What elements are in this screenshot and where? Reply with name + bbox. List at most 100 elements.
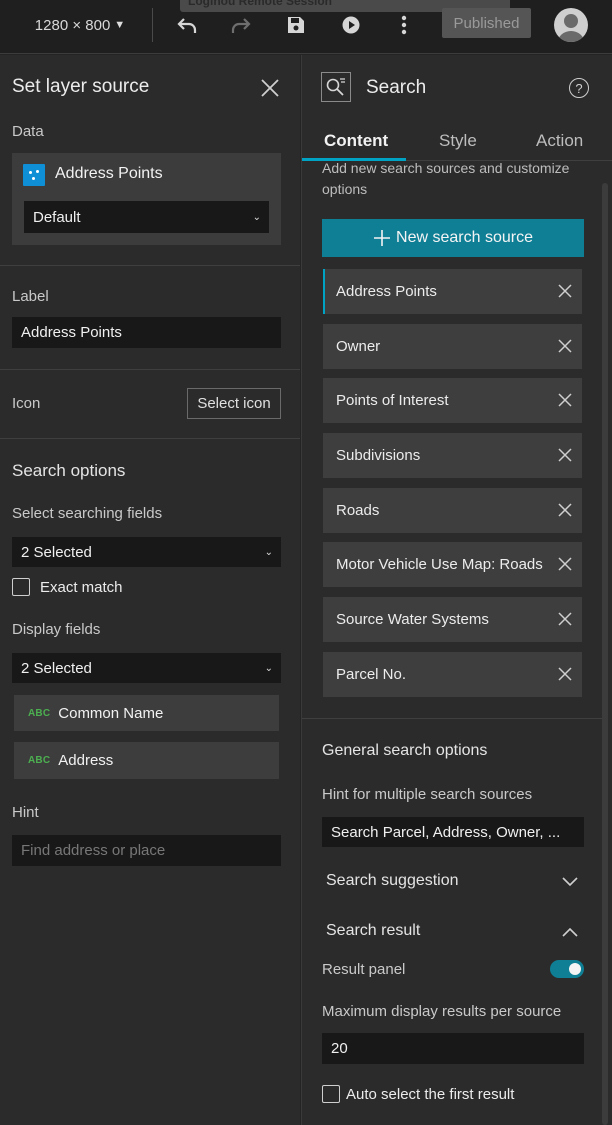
data-section-label: Data	[12, 123, 44, 140]
result-panel-label: Result panel	[322, 961, 406, 978]
search-widget-icon	[321, 72, 351, 102]
hint-label: Hint	[12, 804, 39, 821]
user-icon	[558, 14, 584, 42]
point-layer-icon	[23, 164, 45, 186]
search-source-item[interactable]: Subdivisions	[323, 433, 582, 478]
remove-icon[interactable]	[556, 337, 574, 355]
search-source-item[interactable]: Source Water Systems	[323, 597, 582, 642]
auto-select-label: Auto select the first result	[346, 1086, 515, 1103]
toolbar-divider	[152, 8, 153, 42]
search-source-item[interactable]: Parcel No.	[323, 652, 582, 697]
view-select[interactable]: Default ⌄	[24, 201, 269, 233]
display-fields-select[interactable]: 2 Selected ⌄	[12, 653, 281, 683]
publish-button[interactable]: Published	[442, 8, 531, 38]
search-source-name: Roads	[336, 502, 380, 519]
undo-icon	[177, 18, 197, 33]
remove-icon[interactable]	[556, 282, 574, 300]
section-divider	[0, 265, 300, 266]
screen-size-label: 1280 × 800	[34, 16, 111, 34]
chevron-up-icon	[562, 927, 578, 937]
display-field-item[interactable]: ABC Common Name	[14, 695, 279, 731]
select-icon-button[interactable]: Select icon	[187, 388, 281, 419]
max-results-label: Maximum display results per source	[322, 1003, 562, 1020]
general-options-heading: General search options	[322, 742, 488, 759]
close-icon	[261, 79, 279, 97]
string-field-icon: ABC	[28, 755, 51, 766]
search-source-name: Owner	[336, 338, 381, 355]
remove-icon[interactable]	[556, 391, 574, 409]
layer-source-panel: Set layer source Data Address Points Def…	[0, 55, 300, 1125]
label-input[interactable]: Address Points	[12, 317, 281, 348]
search-result-toggle[interactable]: Search result	[326, 922, 584, 944]
result-panel-switch[interactable]	[550, 960, 584, 978]
panel-scrollbar[interactable]	[602, 183, 608, 1125]
search-source-name: Address Points	[336, 283, 437, 300]
display-field-name: Address	[58, 752, 114, 769]
searching-fields-label: Select searching fields	[12, 505, 163, 522]
tab-style[interactable]: Style	[439, 131, 477, 151]
display-fields-label: Display fields	[12, 621, 101, 638]
section-divider	[0, 369, 300, 370]
new-search-source-button[interactable]: New search source	[322, 219, 584, 257]
help-icon[interactable]: ?	[569, 78, 589, 98]
save-icon	[288, 17, 304, 33]
remove-icon[interactable]	[556, 501, 574, 519]
search-source-item[interactable]: Owner	[323, 324, 582, 369]
display-field-item[interactable]: ABC Address	[14, 742, 279, 779]
tab-action[interactable]: Action	[536, 131, 583, 151]
hint-multi-input[interactable]: Search Parcel, Address, Owner, ...	[322, 817, 584, 847]
widget-title: Search	[366, 77, 427, 98]
tab-content[interactable]: Content	[324, 131, 388, 151]
redo-icon	[231, 18, 251, 33]
search-source-name: Motor Vehicle Use Map: Roads	[336, 556, 543, 573]
auto-select-checkbox[interactable]	[322, 1085, 340, 1103]
search-source-item[interactable]: Points of Interest	[323, 378, 582, 423]
save-button[interactable]	[282, 0, 310, 50]
panel-title: Set layer source	[12, 76, 150, 97]
chevron-down-icon: ⌄	[264, 662, 273, 674]
search-options-heading: Search options	[12, 461, 126, 480]
play-icon	[342, 16, 360, 34]
more-vertical-icon	[401, 15, 407, 35]
close-button[interactable]	[260, 78, 280, 98]
remove-icon[interactable]	[556, 555, 574, 573]
user-avatar[interactable]	[554, 8, 588, 42]
searching-fields-value: 2 Selected	[21, 543, 92, 561]
search-source-item[interactable]: Roads	[323, 488, 582, 533]
hint-input[interactable]: Find address or place	[12, 835, 281, 866]
search-source-name: Parcel No.	[336, 666, 407, 683]
layer-name: Address Points	[55, 165, 163, 182]
search-result-label: Search result	[326, 922, 421, 939]
chevron-down-icon	[562, 877, 578, 887]
search-source-name: Source Water Systems	[336, 611, 489, 628]
search-suggestion-toggle[interactable]: Search suggestion	[326, 872, 584, 894]
content-description: Add new search sources and customize opt…	[322, 160, 570, 197]
display-fields-value: 2 Selected	[21, 659, 92, 677]
hint-multi-label: Hint for multiple search sources	[322, 786, 533, 803]
section-divider	[302, 718, 602, 719]
section-divider	[0, 438, 300, 439]
exact-match-checkbox[interactable]	[12, 578, 30, 596]
search-suggestion-label: Search suggestion	[326, 872, 459, 889]
preview-button[interactable]	[337, 0, 365, 50]
chevron-down-icon: ▼	[114, 19, 126, 31]
view-select-value: Default	[33, 208, 81, 226]
max-results-input[interactable]: 20	[322, 1033, 584, 1064]
remove-icon[interactable]	[556, 446, 574, 464]
search-source-name: Points of Interest	[336, 392, 449, 409]
remove-icon[interactable]	[556, 610, 574, 628]
new-search-source-label: New search source	[396, 229, 533, 246]
more-options-button[interactable]	[392, 0, 416, 50]
search-source-item[interactable]: Address Points	[323, 269, 582, 314]
undo-button[interactable]	[172, 0, 202, 50]
label-field-label: Label	[12, 288, 49, 305]
search-widget-settings: Search ? Content Style Action Add new se…	[301, 55, 612, 1125]
chevron-down-icon: ⌄	[252, 211, 261, 223]
redo-button[interactable]	[226, 0, 256, 50]
search-source-item[interactable]: Motor Vehicle Use Map: Roads	[323, 542, 582, 587]
string-field-icon: ABC	[28, 707, 51, 719]
chevron-down-icon: ⌄	[264, 546, 273, 558]
screen-size-dropdown[interactable]: 1280 × 800 ▼	[30, 0, 130, 50]
remove-icon[interactable]	[556, 665, 574, 683]
searching-fields-select[interactable]: 2 Selected ⌄	[12, 537, 281, 567]
